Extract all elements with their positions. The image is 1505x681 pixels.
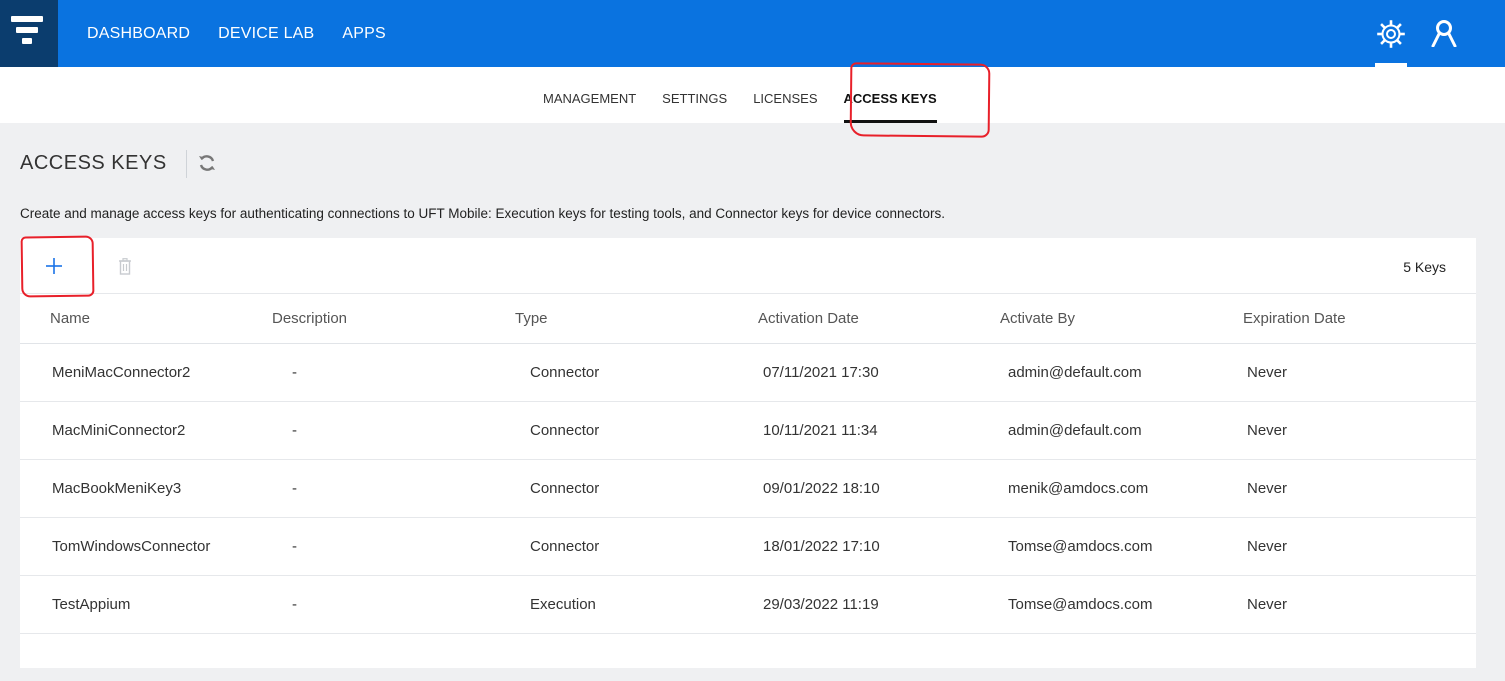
cell-name: MeniMacConnector2 (20, 343, 272, 402)
cell-description: - (272, 517, 515, 576)
column-header-name[interactable]: Name (20, 295, 272, 344)
table-row[interactable]: MacMiniConnector2 - Connector 10/11/2021… (20, 401, 1476, 460)
column-header-type[interactable]: Type (515, 295, 758, 344)
tab-management[interactable]: MANAGEMENT (543, 67, 636, 123)
column-header-activate-by[interactable]: Activate By (1000, 295, 1243, 344)
table-row[interactable]: MeniMacConnector2 - Connector 07/11/2021… (20, 343, 1476, 402)
cell-activation-date: 18/01/2022 17:10 (758, 517, 1000, 576)
top-bar: DASHBOARD DEVICE LAB APPS (0, 0, 1505, 67)
column-header-expiration-date[interactable]: Expiration Date (1243, 295, 1476, 344)
funnel-logo-icon (11, 16, 43, 44)
refresh-button[interactable] (197, 153, 217, 178)
keys-toolbar: 5 Keys (20, 238, 1476, 294)
app-logo[interactable] (0, 0, 58, 67)
cell-activate-by: admin@default.com (1000, 343, 1243, 402)
top-nav: DASHBOARD DEVICE LAB APPS (87, 0, 386, 67)
cell-expiration-date: Never (1243, 343, 1476, 402)
table-row[interactable]: TestAppium - Execution 29/03/2022 11:19 … (20, 575, 1476, 634)
cell-name: TestAppium (20, 575, 272, 634)
cell-expiration-date: Never (1243, 401, 1476, 460)
table-row[interactable]: MacBookMeniKey3 - Connector 09/01/2022 1… (20, 459, 1476, 518)
admin-sub-nav: MANAGEMENT SETTINGS LICENSES ACCESS KEYS (0, 67, 1505, 123)
cell-type: Execution (515, 575, 758, 634)
cell-type: Connector (515, 343, 758, 402)
user-menu-button[interactable] (1431, 19, 1457, 52)
page-title: ACCESS KEYS (20, 152, 167, 174)
refresh-icon (199, 155, 215, 171)
cell-name: MacBookMeniKey3 (20, 459, 272, 518)
cell-description: - (272, 401, 515, 460)
tab-licenses[interactable]: LICENSES (753, 67, 817, 123)
cell-expiration-date: Never (1243, 459, 1476, 518)
table-row[interactable]: TomWindowsConnector - Connector 18/01/20… (20, 517, 1476, 576)
cell-name: MacMiniConnector2 (20, 401, 272, 460)
cell-expiration-date: Never (1243, 575, 1476, 634)
cell-activate-by: Tomse@amdocs.com (1000, 575, 1243, 634)
table-header-row: Name Description Type Activation Date Ac… (20, 295, 1476, 344)
column-header-activation-date[interactable]: Activation Date (758, 295, 1000, 344)
cell-activate-by: admin@default.com (1000, 401, 1243, 460)
cell-activate-by: menik@amdocs.com (1000, 459, 1243, 518)
cell-expiration-date: Never (1243, 517, 1476, 576)
access-keys-panel: 5 Keys Name Description Type Activation … (20, 238, 1476, 668)
cell-type: Connector (515, 401, 758, 460)
cell-activation-date: 07/11/2021 17:30 (758, 343, 1000, 402)
gear-icon (1377, 20, 1405, 48)
trash-icon (119, 258, 131, 275)
plus-icon (46, 258, 62, 274)
settings-button[interactable] (1375, 20, 1407, 67)
tab-access-keys[interactable]: ACCESS KEYS (843, 67, 937, 123)
cell-description: - (272, 343, 515, 402)
cell-activate-by: Tomse@amdocs.com (1000, 517, 1243, 576)
key-count-label: 5 Keys (1403, 259, 1446, 275)
user-icon (1431, 20, 1457, 48)
cell-description: - (272, 459, 515, 518)
cell-type: Connector (515, 459, 758, 518)
nav-apps[interactable]: APPS (342, 25, 386, 43)
page-description: Create and manage access keys for authen… (20, 206, 945, 221)
title-divider (186, 150, 187, 178)
cell-name: TomWindowsConnector (20, 517, 272, 576)
column-header-description[interactable]: Description (272, 295, 515, 344)
delete-key-button[interactable] (118, 258, 132, 280)
nav-dashboard[interactable]: DASHBOARD (87, 25, 190, 43)
cell-activation-date: 10/11/2021 11:34 (758, 401, 1000, 460)
access-keys-table: Name Description Type Activation Date Ac… (20, 295, 1476, 634)
cell-activation-date: 29/03/2022 11:19 (758, 575, 1000, 634)
add-key-button[interactable] (42, 254, 66, 278)
cell-description: - (272, 575, 515, 634)
cell-type: Connector (515, 517, 758, 576)
cell-activation-date: 09/01/2022 18:10 (758, 459, 1000, 518)
nav-device-lab[interactable]: DEVICE LAB (218, 25, 314, 43)
tab-settings[interactable]: SETTINGS (662, 67, 727, 123)
